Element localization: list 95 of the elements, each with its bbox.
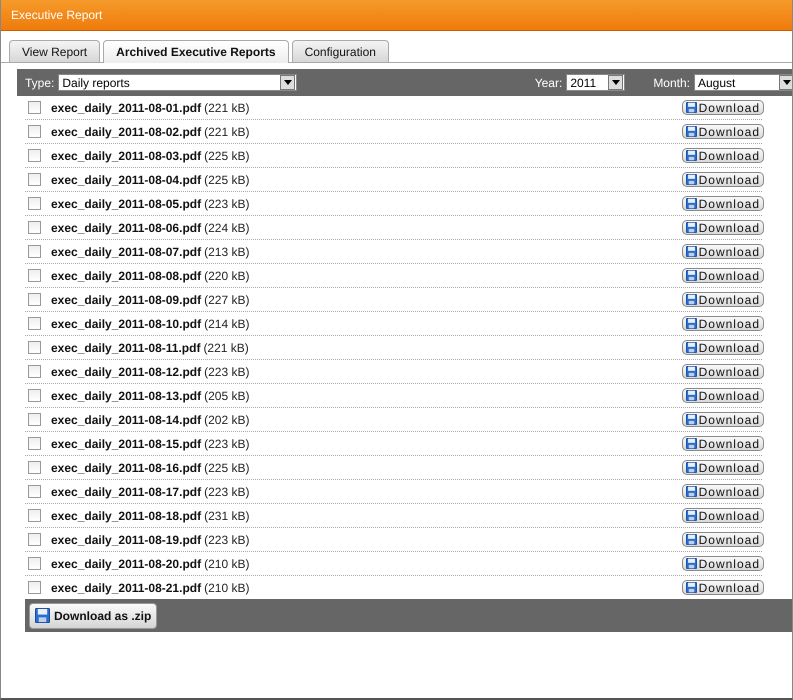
file-name: exec_daily_2011-08-07.pdf [51, 244, 202, 258]
file-size: (210 kB) [204, 556, 250, 570]
download-button[interactable]: Download [682, 412, 764, 427]
checkbox[interactable] [28, 365, 41, 378]
file-name: exec_daily_2011-08-19.pdf [51, 532, 202, 546]
download-button[interactable]: Download [682, 172, 764, 187]
download-button[interactable]: Download [682, 124, 764, 139]
file-name: exec_daily_2011-08-08.pdf [51, 268, 202, 282]
file-name: exec_daily_2011-08-21.pdf [51, 580, 202, 594]
download-button[interactable]: Download [682, 436, 764, 451]
file-size: (205 kB) [204, 388, 250, 402]
file-name: exec_daily_2011-08-13.pdf [51, 388, 202, 402]
file-name: exec_daily_2011-08-14.pdf [51, 412, 202, 426]
checkbox[interactable] [28, 341, 41, 354]
download-button[interactable]: Download [682, 244, 764, 259]
file-name: exec_daily_2011-08-17.pdf [51, 484, 202, 498]
file-name: exec_daily_2011-08-02.pdf [51, 124, 202, 138]
file-name: exec_daily_2011-08-18.pdf [51, 508, 202, 522]
download-button[interactable]: Download [682, 292, 764, 307]
window-title: Executive Report [1, 0, 792, 31]
year-label: Year: [534, 76, 562, 90]
download-button[interactable]: Download [682, 460, 764, 475]
file-name: exec_daily_2011-08-01.pdf [51, 100, 202, 114]
checkbox[interactable] [28, 533, 41, 546]
file-size: (202 kB) [204, 412, 250, 426]
checkbox[interactable] [28, 317, 41, 330]
checkbox[interactable] [28, 293, 41, 306]
download-button[interactable]: Download [682, 388, 764, 403]
download-zip-button[interactable]: Download as .zip [29, 602, 158, 628]
checkbox[interactable] [28, 221, 41, 234]
file-size: (231 kB) [204, 508, 250, 522]
file-size: (214 kB) [204, 316, 250, 330]
tab[interactable]: Configuration [292, 40, 389, 62]
file-size: (210 kB) [204, 580, 250, 594]
file-size: (227 kB) [204, 292, 250, 306]
download-button[interactable]: Download [682, 196, 764, 211]
download-button[interactable]: Download [682, 340, 764, 355]
file-size: (223 kB) [204, 364, 250, 378]
checkbox[interactable] [28, 197, 41, 210]
file-size: (223 kB) [204, 484, 250, 498]
checkbox[interactable] [28, 557, 41, 570]
checkbox[interactable] [28, 245, 41, 258]
file-name: exec_daily_2011-08-09.pdf [51, 292, 202, 306]
checkbox[interactable] [28, 389, 41, 402]
checkbox[interactable] [28, 269, 41, 282]
file-name: exec_daily_2011-08-03.pdf [51, 148, 202, 162]
file-name: exec_daily_2011-08-16.pdf [51, 460, 202, 474]
download-button[interactable]: Download [682, 364, 764, 379]
file-name: exec_daily_2011-08-05.pdf [51, 196, 202, 210]
file-size: (225 kB) [204, 172, 250, 186]
year-dropdown[interactable]: 2011 [566, 74, 626, 91]
file-name: exec_daily_2011-08-20.pdf [51, 556, 202, 570]
file-name: exec_daily_2011-08-11.pdf [51, 340, 200, 354]
file-size: (223 kB) [204, 196, 250, 210]
file-size: (223 kB) [204, 532, 250, 546]
download-button[interactable]: Download [682, 316, 764, 331]
checkbox[interactable] [28, 149, 41, 162]
download-button[interactable]: Download [682, 148, 764, 163]
file-name: exec_daily_2011-08-12.pdf [51, 364, 202, 378]
download-button[interactable]: Download [682, 484, 764, 499]
file-size: (221 kB) [203, 340, 249, 354]
checkbox[interactable] [28, 437, 41, 450]
file-size: (225 kB) [204, 148, 250, 162]
file-size: (225 kB) [204, 460, 250, 474]
file-size: (221 kB) [204, 124, 250, 138]
file-size: (220 kB) [204, 268, 250, 282]
file-size: (223 kB) [204, 436, 250, 450]
file-size: (213 kB) [204, 244, 250, 258]
checkbox[interactable] [28, 173, 41, 186]
download-button[interactable]: Download [682, 220, 764, 235]
type-dropdown[interactable]: Daily reports [58, 74, 298, 91]
checkbox[interactable] [28, 485, 41, 498]
checkbox[interactable] [28, 101, 41, 114]
file-size: (224 kB) [204, 220, 250, 234]
month-dropdown[interactable]: August [694, 74, 792, 91]
tab[interactable]: View Report [9, 40, 100, 62]
download-button[interactable]: Download [682, 580, 764, 595]
download-button[interactable]: Download [682, 268, 764, 283]
file-name: exec_daily_2011-08-04.pdf [51, 172, 202, 186]
file-size: (221 kB) [204, 100, 250, 114]
type-label: Type: [25, 76, 54, 90]
file-name: exec_daily_2011-08-06.pdf [51, 220, 202, 234]
checkbox[interactable] [28, 461, 41, 474]
download-button[interactable]: Download [682, 100, 764, 115]
checkbox[interactable] [28, 509, 41, 522]
checkbox[interactable] [28, 125, 41, 138]
download-button[interactable]: Download [682, 556, 764, 571]
tab[interactable]: Archived Executive Reports [103, 40, 289, 63]
download-button[interactable]: Download [682, 508, 764, 523]
file-name: exec_daily_2011-08-10.pdf [51, 316, 202, 330]
month-label: Month: [653, 76, 690, 90]
checkbox[interactable] [28, 413, 41, 426]
download-button[interactable]: Download [682, 532, 764, 547]
checkbox[interactable] [28, 581, 41, 594]
file-name: exec_daily_2011-08-15.pdf [51, 436, 202, 450]
